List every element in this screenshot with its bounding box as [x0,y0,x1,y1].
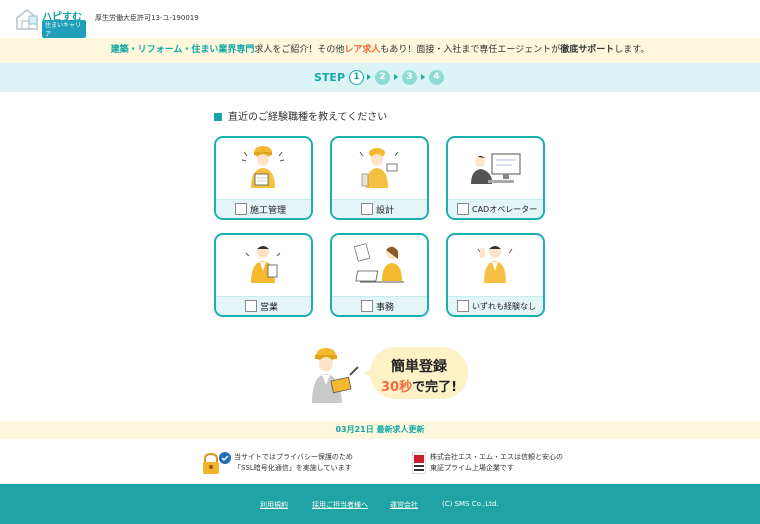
option-checkbox[interactable] [457,300,469,312]
promo-subtitle: 30秒で完了! [370,376,468,395]
option-card-no-experience[interactable]: いずれも経験なし [446,233,545,317]
ssl-notice-text: 当サイトではプライバシー保護のため 「SSL暗号化通信」を実施しています [234,452,353,474]
promo-banner: 建築・リフォーム・住まい業界専門求人をご紹介！その他レア求人もあり！面接・入社ま… [0,38,760,63]
designer-illustration-icon [359,148,399,188]
question-text: 直近のご経験職種を教えてください [228,112,388,123]
latest-update-bar: 03月21日 最新求人更新 [0,421,760,439]
footer-link-employers[interactable]: 採用ご担当者様へ [312,500,368,510]
promo-seconds: 30秒 [380,380,413,395]
option-card-cad-operator[interactable]: CADオペレーター [446,136,545,220]
ssl-line-2: 「SSL暗号化通信」を実施しています [234,464,352,472]
step-3: 3 [402,70,417,85]
step-arrow-icon [394,74,398,80]
step-arrow-icon [367,74,371,80]
question-heading: 直近のご経験職種を教えてください [214,108,387,123]
banner-text: 求人をご紹介！その他 [254,45,345,55]
company-line-1: 株式会社エス・エム・エスは信頼と安心の [430,453,563,461]
listed-company-text: 株式会社エス・エム・エスは信頼と安心の 東証プライム上場企業です [430,452,563,474]
square-bullet-icon [214,113,222,121]
logo-subtitle: 住まいキャリア [42,20,86,38]
option-label-row: CADオペレーター [448,199,543,218]
option-card-construction-management[interactable]: 施工管理 [214,136,313,220]
step-indicator: STEP 1 2 3 4 [0,63,760,92]
banner-highlight-support: 徹底サポート [560,45,615,55]
ssl-notice: 当サイトではプライバシー保護のため 「SSL暗号化通信」を実施しています [200,450,370,478]
ssl-line-1: 当サイトではプライバシー保護のため [234,453,353,461]
site-header: ハピすむ 住まいキャリア 厚生労働大臣許可13-ユ-190019 [0,0,760,38]
sales-illustration-icon [245,246,281,283]
option-label: 施工管理 [250,206,287,216]
option-card-office-work[interactable]: 事務 [330,233,429,317]
banner-highlight-specialty: 建築・リフォーム・住まい業界専門 [110,45,255,55]
tse-prime-badge-icon [412,452,426,474]
option-checkbox[interactable] [361,300,373,312]
option-label: 営業 [260,303,279,313]
option-label: 事務 [376,303,395,313]
step-label: STEP [314,71,346,84]
footer-link-terms[interactable]: 利用規約 [260,500,288,510]
option-card-sales[interactable]: 営業 [214,233,313,317]
speech-bubble: 簡単登録 30秒で完了! [364,347,468,399]
option-label-row: 施工管理 [216,199,311,218]
construction-manager-illustration-icon [241,146,285,188]
option-card-design[interactable]: 設計 [330,136,429,220]
option-label-row: 事務 [332,296,427,315]
no-experience-illustration-icon [477,246,513,283]
quick-registration-promo: 簡単登録 30秒で完了! [300,345,480,407]
banner-text: します。 [614,45,650,55]
option-checkbox[interactable] [361,203,373,215]
option-label-row: いずれも経験なし [448,296,543,315]
option-label: CADオペレーター [472,205,538,214]
option-checkbox[interactable] [245,300,257,312]
step-4: 4 [429,70,444,85]
footer-link-company[interactable]: 運営会社 [390,500,418,510]
cad-operator-illustration-icon [471,153,521,184]
promo-title: 簡単登録 [391,359,447,375]
option-label: いずれも経験なし [472,302,536,311]
step-2: 2 [375,70,390,85]
promo-rest: で完了! [412,380,458,395]
option-label: 設計 [376,206,395,216]
house-logo-icon [16,9,38,30]
site-footer: 利用規約 採用ご担当者様へ 運営会社 (C) SMS Co.,Ltd. [0,484,760,524]
ssl-check-icon [219,452,231,464]
option-label-row: 営業 [216,296,311,315]
option-label-row: 設計 [332,199,427,218]
worker-pointing-illustration-icon [312,348,359,403]
license-number: 厚生労働大臣許可13-ユ-190019 [95,14,199,22]
step-arrow-icon [421,74,425,80]
banner-highlight-rare: レア求人 [344,45,381,55]
banner-text: もあり！面接・入社まで専任エージェントが [380,45,561,55]
company-line-2: 東証プライム上場企業です [430,464,514,472]
site-logo[interactable]: ハピすむ 住まいキャリア [14,6,86,38]
listed-company-notice: 株式会社エス・エム・エスは信頼と安心の 東証プライム上場企業です [410,450,580,478]
option-checkbox[interactable] [235,203,247,215]
option-checkbox[interactable] [457,203,469,215]
office-worker-illustration-icon [353,243,404,283]
footer-copyright: (C) SMS Co.,Ltd. [442,500,499,508]
step-1-active: 1 [349,70,364,85]
